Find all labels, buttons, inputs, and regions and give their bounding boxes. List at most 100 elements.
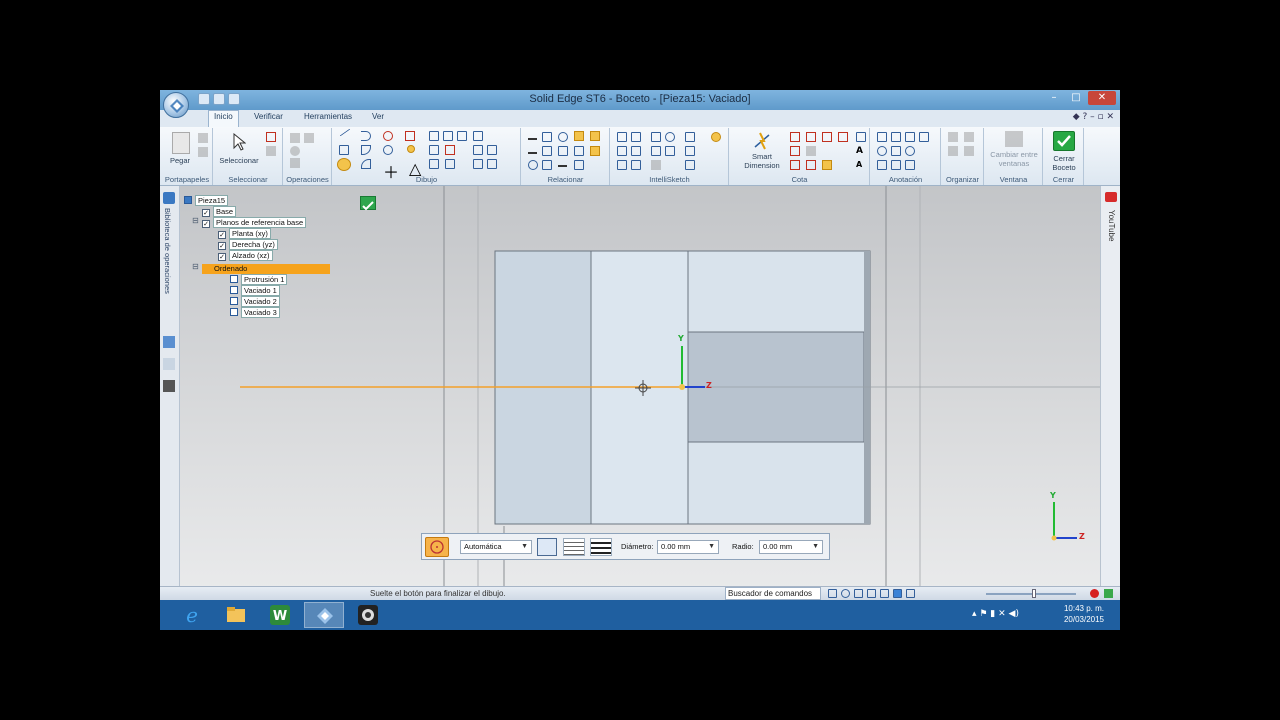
fill-icon[interactable]	[405, 131, 415, 141]
taskbar-clock[interactable]: 10:43 p. m. 20/03/2015	[1064, 603, 1104, 625]
internet-explorer-icon[interactable]: e	[172, 602, 212, 628]
text-size-icon[interactable]: A	[856, 146, 866, 156]
system-tray-icons[interactable]: ▴ ⚑ ▮ ✕ ◀)	[972, 609, 1019, 619]
triangle-icon[interactable]: △	[409, 159, 421, 178]
cut-icon[interactable]	[198, 133, 208, 143]
zoom-area-icon[interactable]	[828, 589, 837, 598]
tree-base[interactable]: ✓ Base	[202, 206, 237, 217]
project-icon[interactable]	[445, 159, 455, 169]
operation-icon[interactable]	[290, 158, 300, 168]
zoom-slider-thumb[interactable]	[1032, 589, 1036, 598]
concentric-icon[interactable]	[558, 132, 568, 142]
tree-plane-yz[interactable]: ✓ Derecha (yz)	[218, 239, 278, 250]
dimension-style-2-icon[interactable]	[856, 132, 866, 142]
vertical-icon[interactable]	[558, 146, 568, 156]
fillet-icon[interactable]	[361, 145, 371, 155]
sketch-view-icon[interactable]	[906, 589, 915, 598]
rigid-set-icon[interactable]	[542, 160, 552, 170]
center-mark-icon[interactable]	[905, 146, 915, 156]
tree-feature-cutout-2[interactable]: Vaciado 2	[230, 296, 280, 307]
tree-feature-cutout-1[interactable]: Vaciado 1	[230, 285, 280, 296]
select-filter-icon[interactable]	[266, 132, 276, 142]
lock-icon[interactable]	[574, 131, 584, 141]
tab-herramientas[interactable]: Herramientas	[304, 112, 352, 121]
tangent-arc-icon[interactable]	[361, 159, 371, 169]
switch-windows-icon[interactable]	[1005, 131, 1023, 147]
record-icon[interactable]	[1090, 589, 1099, 598]
feature-library-tab[interactable]: Biblioteca de operaciones	[163, 208, 172, 294]
dimension-axis-icon[interactable]	[822, 160, 832, 170]
tab-inicio[interactable]: Inicio	[208, 110, 239, 127]
select-arrow-icon[interactable]	[232, 133, 246, 151]
paste-icon[interactable]	[172, 132, 190, 154]
intellisketch-option-icon[interactable]	[685, 146, 695, 156]
expand-planes-icon[interactable]: ⊟	[192, 216, 199, 225]
line-width-icon[interactable]	[590, 538, 612, 556]
command-finder-input[interactable]: Buscador de comandos	[725, 587, 821, 600]
mode-select[interactable]: Automática ▼	[460, 540, 532, 554]
chamfer-dimension-icon[interactable]	[806, 160, 816, 170]
tree-plane-xy[interactable]: ✓ Planta (xy)	[218, 228, 271, 239]
tree-feature-protrusion[interactable]: Protrusión 1	[230, 274, 288, 285]
view-style-icon[interactable]	[893, 589, 902, 598]
intellisketch-option-icon[interactable]	[665, 146, 675, 156]
close-button[interactable]: ✕	[1088, 91, 1116, 105]
intellisketch-option-icon[interactable]	[665, 132, 675, 142]
intellisketch-settings-icon[interactable]	[711, 132, 721, 142]
tree-planes-group[interactable]: ✓ Planos de referencia base	[202, 217, 307, 228]
text-small-icon[interactable]: A	[856, 160, 866, 170]
intellisketch-option-icon[interactable]	[651, 146, 661, 156]
feature-control-icon[interactable]	[877, 146, 887, 156]
maintain-relationships-icon[interactable]	[574, 160, 584, 170]
callout-icon[interactable]	[877, 132, 887, 142]
zoom-slider[interactable]	[986, 593, 1076, 595]
convert-icon[interactable]	[429, 159, 439, 169]
move-icon[interactable]	[407, 145, 415, 153]
trim-icon[interactable]	[429, 131, 439, 141]
tree-plane-xz[interactable]: ✓ Alzado (xz)	[218, 250, 273, 261]
cutting-plane-icon[interactable]	[905, 160, 915, 170]
intellisketch-option-icon[interactable]	[631, 132, 641, 142]
word-icon[interactable]: W	[260, 602, 300, 628]
collinear-icon[interactable]	[528, 160, 538, 170]
tree-ordered[interactable]: Ordenado	[202, 264, 330, 274]
intellisketch-option-icon[interactable]	[617, 146, 627, 156]
youtube-tab[interactable]: YouTube	[1107, 210, 1116, 241]
equal-icon[interactable]	[590, 131, 600, 141]
operation-icon[interactable]	[290, 146, 300, 156]
send-to-back-icon[interactable]	[964, 132, 974, 142]
copy-icon[interactable]	[198, 147, 208, 157]
symmetric-icon[interactable]	[574, 146, 584, 156]
datum-icon[interactable]	[891, 146, 901, 156]
bring-to-front-icon[interactable]	[948, 132, 958, 142]
diameter-input[interactable]: 0.00 mm ▼	[657, 540, 719, 554]
tab-ver[interactable]: Ver	[372, 112, 384, 121]
line-type-icon[interactable]	[563, 538, 585, 556]
group-icon[interactable]	[948, 146, 958, 156]
intellisketch-option-icon[interactable]	[617, 132, 627, 142]
tree-root[interactable]: Pieza15	[184, 195, 229, 206]
horizontal-icon[interactable]	[542, 146, 552, 156]
zoom-icon[interactable]	[841, 589, 850, 598]
sensors-tab-icon[interactable]	[163, 358, 175, 370]
arc-icon[interactable]	[361, 131, 371, 141]
rectangle-icon[interactable]	[339, 145, 349, 155]
circle-tool-icon[interactable]	[337, 158, 351, 171]
xy-icon[interactable]	[473, 159, 483, 169]
parallel-icon[interactable]	[542, 132, 552, 142]
accept-icon[interactable]	[360, 196, 376, 211]
smart-dimension-icon[interactable]	[752, 131, 772, 151]
ungroup-icon[interactable]	[964, 146, 974, 156]
teamcenter-tab-icon[interactable]	[163, 380, 175, 392]
offset-icon[interactable]	[473, 131, 483, 141]
fit-icon[interactable]	[854, 589, 863, 598]
layers-tab-icon[interactable]	[163, 336, 175, 348]
split-icon[interactable]	[457, 131, 467, 141]
pan-icon[interactable]	[867, 589, 876, 598]
solid-edge-taskbar-icon[interactable]	[304, 602, 344, 628]
dimension-style-icon[interactable]	[806, 146, 816, 156]
surface-texture-icon[interactable]	[919, 132, 929, 142]
operation-icon[interactable]	[290, 133, 300, 143]
intellisketch-option-icon[interactable]	[631, 146, 641, 156]
intellisketch-option-icon[interactable]	[651, 160, 661, 170]
